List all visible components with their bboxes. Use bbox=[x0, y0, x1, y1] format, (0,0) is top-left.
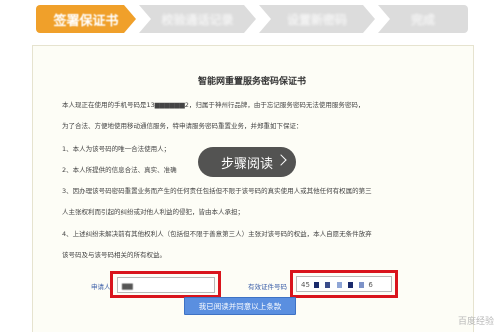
step-label: 完成 bbox=[410, 12, 435, 27]
step-label: 校验通话记录 bbox=[161, 12, 234, 27]
step-verify-call-records: 校验通话记录 bbox=[139, 5, 256, 33]
applicant-input[interactable]: ▆▆ bbox=[117, 277, 215, 293]
step-label: 签署保证书 bbox=[53, 13, 119, 29]
step-reading-overlay[interactable]: 步骤阅读 bbox=[198, 147, 296, 177]
redaction-block bbox=[347, 282, 353, 288]
paragraph-line: 为了合法、方便地使用移动通信服务，特申请服务密码重置业务，并郑重如下保证： bbox=[62, 122, 303, 130]
redaction-block bbox=[359, 282, 365, 288]
paragraph-line: 本人现正在使用的手机号码是13▆▆▆▆▆▆2，归属于神州行品牌，由于忘记服务密码… bbox=[62, 101, 365, 109]
document-title: 智能网重置服务密码保证书 bbox=[197, 77, 306, 87]
redaction-block bbox=[325, 282, 331, 288]
id-number-label: 有效证件号码 bbox=[248, 283, 287, 291]
id-value-prefix: 45 bbox=[301, 281, 310, 289]
applicant-label: 申请人 bbox=[91, 283, 111, 291]
paragraph-line: 3、因办理该号码密码重置业务而产生的任何责任包括但不限于该号码的真实使用人或其他… bbox=[62, 187, 372, 195]
applicant-value: ▆▆ bbox=[122, 282, 133, 290]
id-number-input[interactable]: 45 6 bbox=[296, 276, 392, 292]
overlay-label: 步骤阅读 bbox=[220, 156, 273, 172]
chevron-right-icon bbox=[275, 154, 287, 166]
step-set-new-password: 设置新密码 bbox=[259, 5, 375, 33]
agree-terms-button[interactable]: 我已阅读并同意以上条款 bbox=[184, 297, 296, 315]
redaction-block bbox=[336, 282, 342, 288]
paragraph-line: 该号码及与该号码相关的所有权益。 bbox=[62, 251, 166, 259]
id-value-suffix: 6 bbox=[368, 281, 373, 289]
wizard-steps: 签署保证书 校验通话记录 设置新密码 完成 bbox=[0, 0, 500, 38]
step-complete: 完成 bbox=[378, 5, 468, 33]
paragraph-line: 4、上述纠纷未解决前有其他权利人（包括但不限于善意第三人）主张对该号码的权益，本… bbox=[62, 230, 372, 238]
paragraph-line: 人主张权利而引起的纠纷或对他人利益的侵犯，皆由本人承担； bbox=[62, 208, 244, 216]
redaction-block bbox=[314, 282, 320, 288]
step-label: 设置新密码 bbox=[286, 12, 347, 27]
watermark: 百度经验 bbox=[457, 317, 494, 327]
step-sign-guarantee: 签署保证书 bbox=[36, 5, 136, 33]
